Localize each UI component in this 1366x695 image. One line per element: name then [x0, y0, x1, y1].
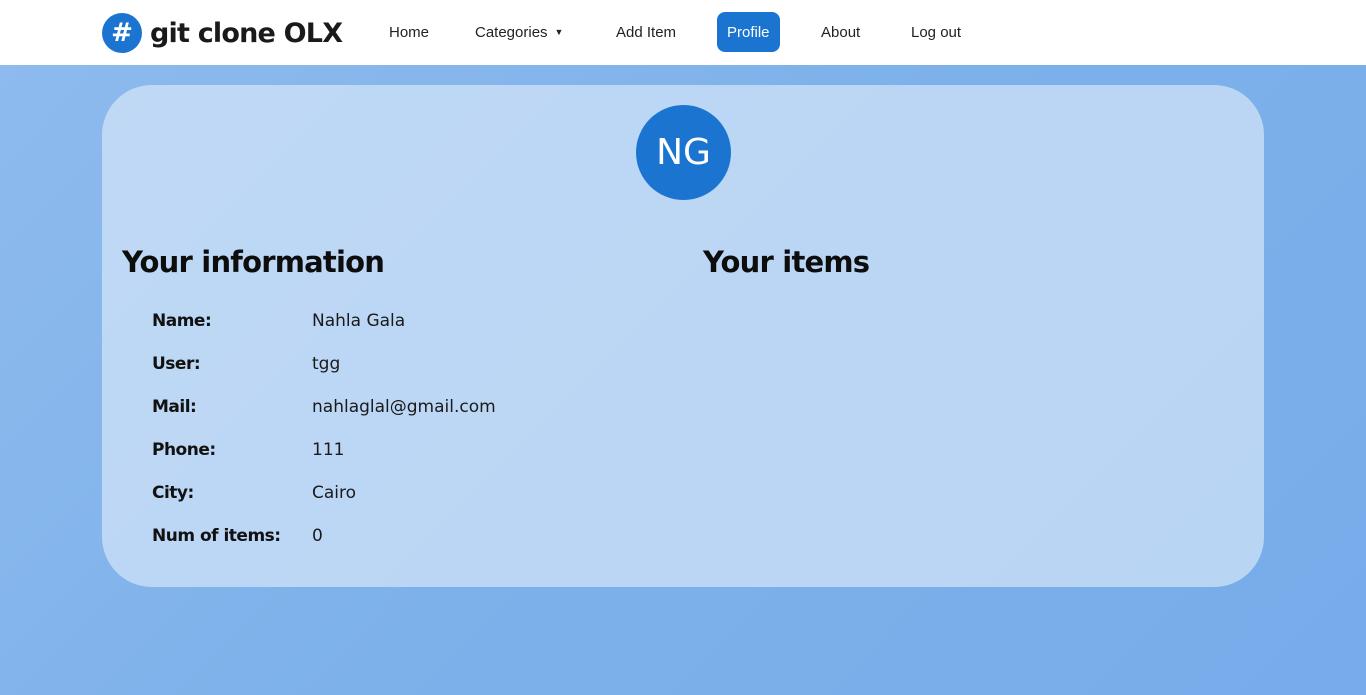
nav-categories-dropdown[interactable]: Categories ▼ — [475, 12, 563, 52]
nav-profile-link[interactable]: Profile — [717, 12, 780, 52]
site-logo[interactable]: # git clone OLX — [102, 12, 343, 54]
info-label: Num of items: — [152, 526, 281, 546]
your-items-heading: Your items — [703, 245, 870, 279]
info-value: 111 — [312, 440, 345, 460]
your-information-heading: Your information — [122, 245, 385, 279]
info-label: Phone: — [152, 440, 216, 460]
nav-add-item-link[interactable]: Add Item — [616, 12, 676, 52]
info-row-mail: Mail: nahlaglal@gmail.com — [152, 394, 496, 420]
hashtag-icon: # — [102, 13, 142, 53]
info-value: nahlaglal@gmail.com — [312, 397, 496, 417]
info-value: Nahla Gala — [312, 311, 406, 331]
nav-home-link[interactable]: Home — [389, 12, 429, 52]
info-row-user: User: tgg — [152, 351, 340, 377]
info-label: User: — [152, 354, 201, 374]
navbar: # git clone OLX Home Categories ▼ Add It… — [0, 0, 1366, 65]
info-row-city: City: Cairo — [152, 480, 356, 506]
nav-categories-label: Categories — [475, 23, 548, 41]
avatar: NG — [636, 105, 731, 200]
info-value: 0 — [312, 526, 323, 546]
site-title: git clone OLX — [150, 17, 343, 49]
info-value: tgg — [312, 354, 341, 374]
profile-card: NG Your information Your items Name: Nah… — [102, 85, 1264, 587]
nav-logout-link[interactable]: Log out — [911, 12, 961, 52]
info-label: Name: — [152, 311, 212, 331]
info-row-name: Name: Nahla Gala — [152, 308, 405, 334]
caret-down-icon: ▼ — [554, 27, 564, 37]
info-value: Cairo — [312, 483, 357, 503]
info-row-phone: Phone: 111 — [152, 437, 344, 463]
info-label: City: — [152, 483, 194, 503]
info-label: Mail: — [152, 397, 197, 417]
info-row-num-items: Num of items: 0 — [152, 523, 323, 549]
nav-about-link[interactable]: About — [821, 12, 860, 52]
